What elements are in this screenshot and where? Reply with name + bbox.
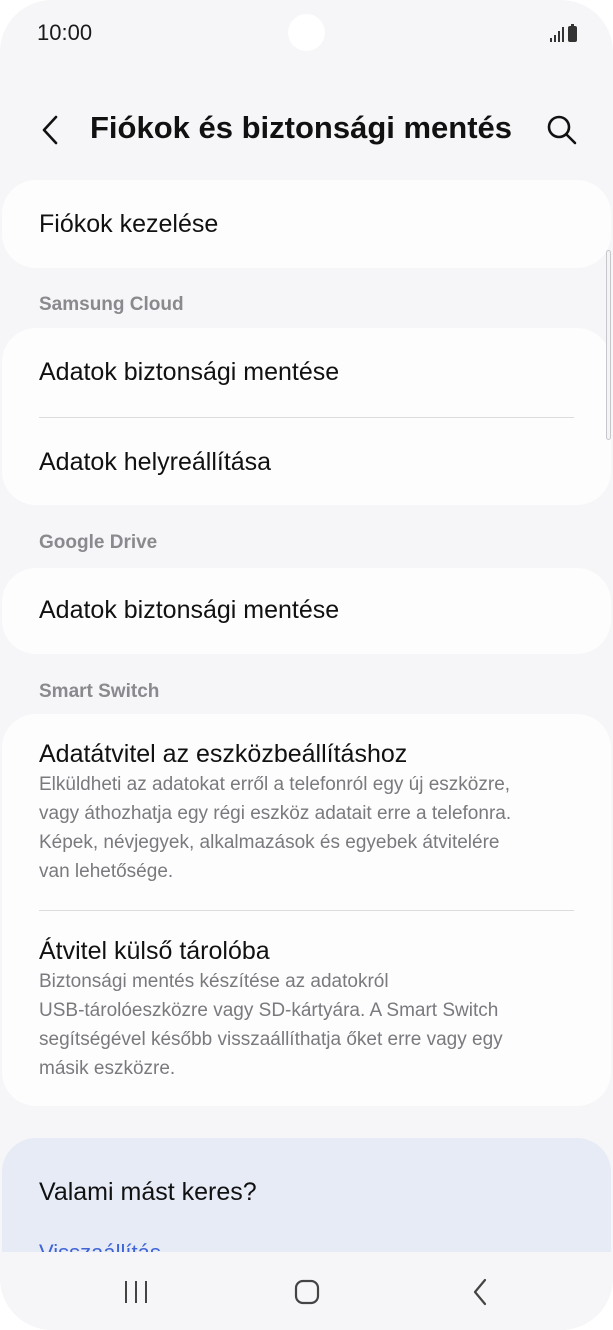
recents-button[interactable] [106,1270,166,1314]
desc-line: Elküldheti az adatokat erről a telefonró… [39,774,511,795]
battery-icon [568,24,577,42]
desc-line: Képek, névjegyek, alkalmazások és egyebe… [39,832,500,853]
samsung-cloud-card: Adatok biztonsági mentése Adatok helyreá… [2,328,611,505]
section-header-google-drive: Google Drive [39,532,158,553]
smart-switch-external-title: Átvitel külső tárolóba [39,937,270,965]
smart-switch-transfer-title: Adatátvitel az eszközbeállításhoz [39,740,408,768]
page-title: Fiókok és biztonsági mentés [90,110,513,145]
app-header: Fiókok és biztonsági mentés [0,100,613,160]
status-bar: 10:00 [0,0,613,70]
status-icons [550,22,577,42]
smart-switch-external-item[interactable]: Átvitel külső tárolóba Biztonsági mentés… [39,935,574,1083]
smart-switch-card: Adatátvitel az eszközbeállításhoz Elküld… [2,714,611,1106]
smart-switch-transfer-item[interactable]: Adatátvitel az eszközbeállításhoz Elküld… [39,738,574,886]
divider [39,910,574,911]
nav-back-button[interactable] [450,1270,510,1314]
divider [39,417,574,418]
smart-switch-transfer-desc: Elküldheti az adatokat erről a telefonró… [39,770,574,886]
manage-accounts-label: Fiókok kezelése [39,210,219,238]
signal-icon [550,26,564,42]
samsung-cloud-backup-item[interactable]: Adatok biztonsági mentése [39,356,574,388]
desc-line: Biztonsági mentés készítése az adatokról [39,971,389,992]
home-button[interactable] [277,1270,337,1314]
phone-screen: 10:00 Fiókok és biztonsági mentés Fiókok… [0,0,613,1330]
google-drive-backup-item[interactable]: Adatok biztonsági mentése [39,594,574,626]
google-drive-backup-label: Adatok biztonsági mentése [39,596,340,624]
back-icon [473,1278,487,1306]
samsung-cloud-restore-item[interactable]: Adatok helyreállítása [39,446,574,478]
search-icon [547,115,577,145]
search-button[interactable] [540,108,584,152]
back-button[interactable] [30,108,70,152]
camera-cutout [288,14,325,51]
chevron-left-icon [42,115,58,145]
manage-accounts-card: Fiókok kezelése [2,180,611,268]
smart-switch-external-desc: Biztonsági mentés készítése az adatokról… [39,967,574,1083]
desc-line: van lehetősége. [39,861,174,882]
desc-line: USB-tárolóeszközre vagy SD-kártyára. A S… [39,1000,499,1021]
desc-line: vagy áthozhatja egy régi eszköz adatait … [39,803,512,824]
section-header-samsung-cloud: Samsung Cloud [39,294,184,315]
suggestions-title: Valami mást keres? [39,1178,257,1206]
desc-line: segítségével később visszaállíthatja őke… [39,1029,503,1050]
section-header-smart-switch: Smart Switch [39,681,160,702]
navigation-bar [0,1252,613,1330]
samsung-cloud-backup-label: Adatok biztonsági mentése [39,358,340,386]
desc-line: másik eszközre. [39,1058,176,1079]
status-time: 10:00 [37,20,93,45]
home-icon [294,1279,320,1305]
manage-accounts-item[interactable]: Fiókok kezelése [39,208,574,240]
google-drive-card: Adatok biztonsági mentése [2,568,611,654]
recents-icon [125,1281,147,1303]
scrollbar[interactable] [606,250,611,440]
samsung-cloud-restore-label: Adatok helyreállítása [39,448,272,476]
